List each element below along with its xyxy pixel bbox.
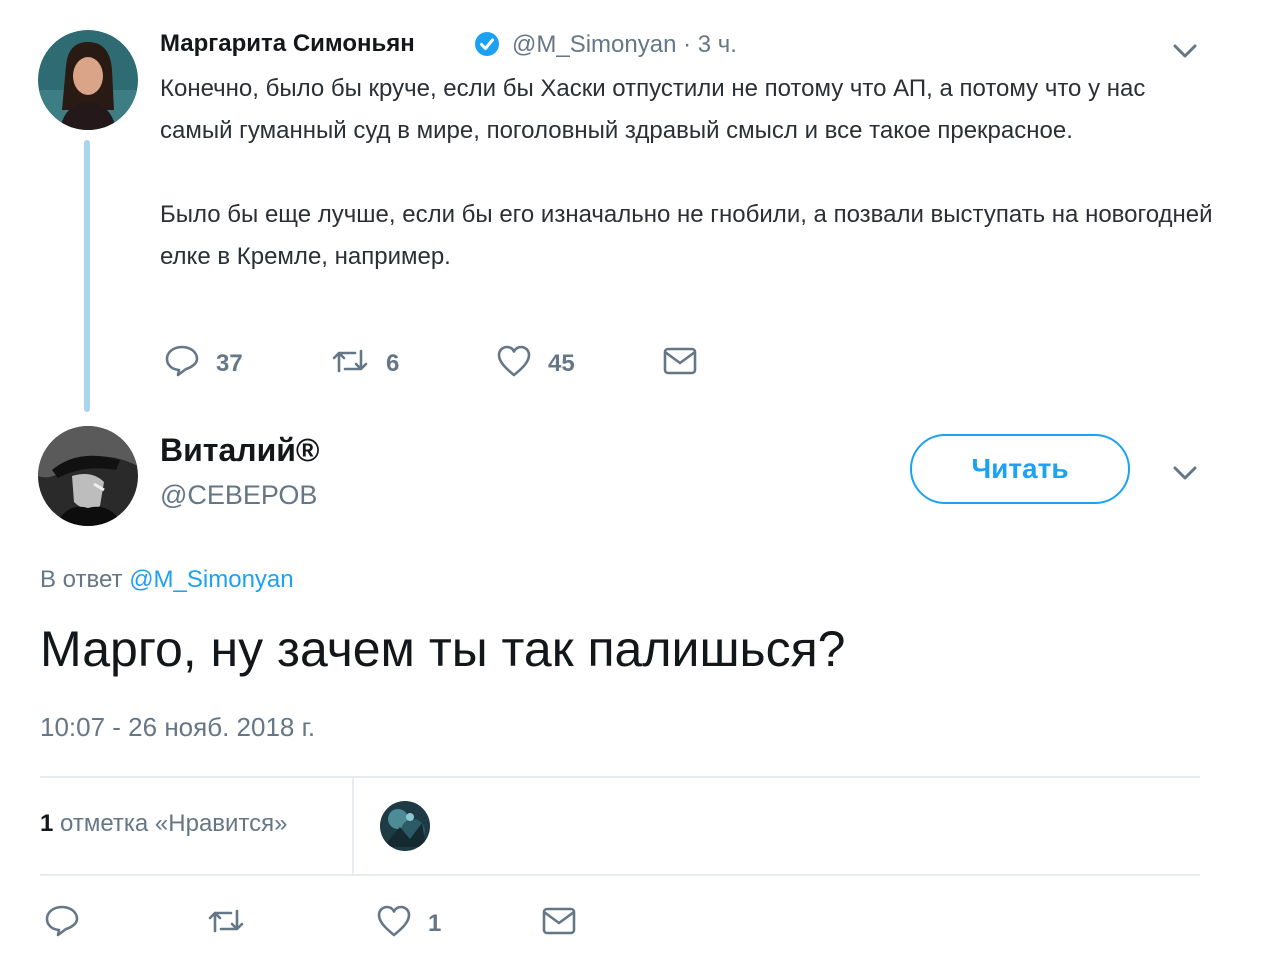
tweet-text: Марго, ну зачем ты так палишься? [40, 621, 846, 677]
chevron-down-icon[interactable] [1170, 462, 1200, 484]
envelope-icon [541, 906, 577, 941]
follow-button[interactable]: Читать [910, 434, 1130, 504]
reply-to-mention[interactable]: @M_Simonyan [129, 566, 293, 593]
like-count: 1 [428, 909, 442, 937]
likes-summary-count: 1 [40, 810, 54, 837]
reply-icon [44, 904, 80, 943]
author-handle[interactable]: @СЕВЕРОВ [160, 480, 317, 511]
divider [40, 874, 1200, 876]
meta-separator: · [683, 31, 692, 58]
reply-to-label: В ответ [40, 566, 123, 593]
thread-connector-line [84, 140, 90, 412]
divider [352, 778, 354, 874]
tweet-text: Конечно, было бы круче, если бы Хаски от… [160, 68, 1220, 278]
verified-badge-icon [474, 31, 500, 57]
direct-message-button[interactable] [662, 346, 698, 381]
author-handle[interactable]: @M_Simonyan [512, 31, 676, 58]
tweet-meta: @M_Simonyan · 3 ч. [512, 31, 737, 59]
like-button[interactable]: 45 [496, 344, 575, 383]
direct-message-button[interactable] [541, 906, 577, 941]
tweet-timestamp[interactable]: 10:07 - 26 нояб. 2018 г. [40, 712, 315, 743]
likes-summary[interactable]: 1 отметка «Нравится» [40, 810, 288, 838]
heart-icon [376, 904, 412, 943]
likes-summary-label: отметка «Нравится» [60, 810, 288, 837]
avatar[interactable] [38, 30, 138, 130]
like-count: 45 [548, 349, 575, 377]
reply-count: 37 [216, 349, 243, 377]
liker-avatar[interactable] [380, 801, 430, 851]
retweet-icon [206, 904, 246, 943]
reply-context: В ответ @M_Simonyan [40, 566, 294, 594]
retweet-count: 6 [386, 349, 400, 377]
retweet-button[interactable] [206, 904, 246, 943]
envelope-icon [662, 346, 698, 381]
reply-button[interactable]: 37 [164, 344, 243, 383]
retweet-icon [330, 344, 370, 383]
like-button[interactable]: 1 [376, 904, 441, 943]
retweet-button[interactable]: 6 [330, 344, 399, 383]
divider [40, 776, 1200, 778]
author-name[interactable]: Виталий® [160, 432, 320, 469]
reply-button[interactable] [44, 904, 80, 943]
tweet-paragraph: Конечно, было бы круче, если бы Хаски от… [160, 75, 1146, 144]
author-name[interactable]: Маргарита Симоньян [160, 30, 415, 58]
avatar[interactable] [38, 426, 138, 526]
tweet-paragraph: Было бы еще лучше, если бы его изначальн… [160, 201, 1213, 270]
chevron-down-icon[interactable] [1170, 40, 1200, 62]
reply-icon [164, 344, 200, 383]
heart-icon [496, 344, 532, 383]
tweet-time[interactable]: 3 ч. [698, 31, 737, 58]
